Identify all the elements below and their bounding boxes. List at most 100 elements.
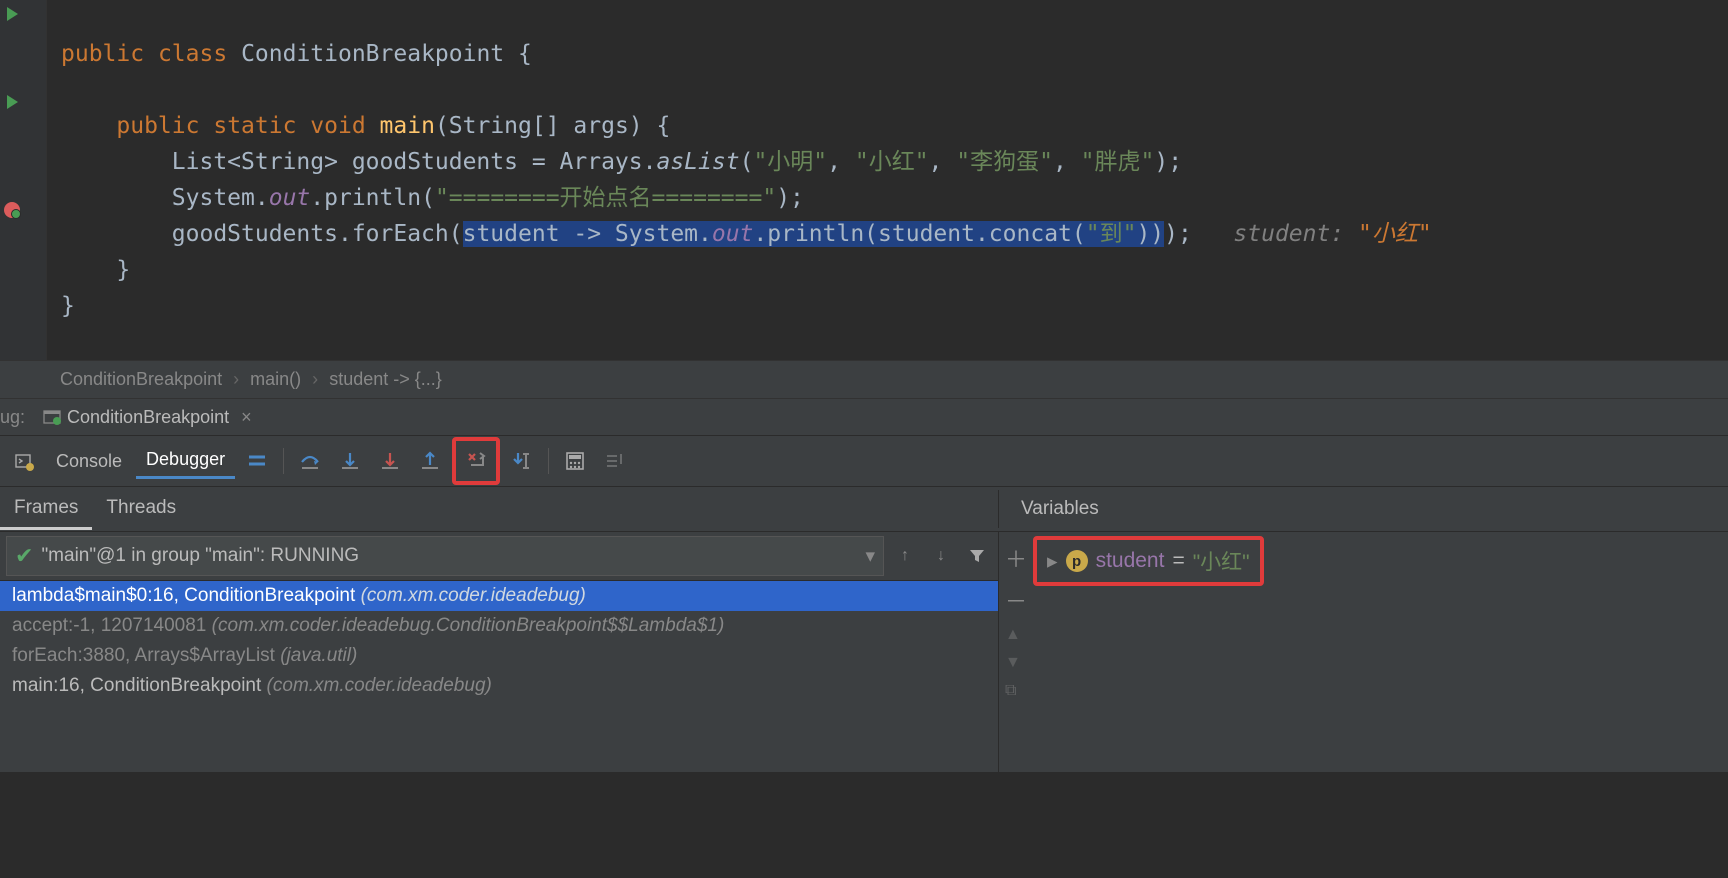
variables-toolbar: ＋ － ▲ ▼ ⧉ bbox=[1005, 536, 1033, 772]
filter-icon[interactable] bbox=[962, 541, 992, 571]
comma: , bbox=[827, 149, 855, 175]
toolwindow-label: ug: bbox=[0, 407, 35, 428]
keyword: class bbox=[158, 41, 227, 67]
string: "小明" bbox=[753, 149, 827, 175]
thread-selector[interactable]: ✔ "main"@1 in group "main": RUNNING ▾ bbox=[6, 536, 884, 576]
method-call: asList bbox=[656, 149, 739, 175]
inlay-hint-label: student: bbox=[1233, 221, 1344, 247]
close-tab-icon[interactable]: × bbox=[241, 407, 252, 428]
run-method-icon[interactable] bbox=[2, 92, 22, 112]
remove-watch-icon[interactable]: － bbox=[1005, 584, 1027, 616]
paren: ); bbox=[776, 185, 804, 211]
expand-icon[interactable]: ▸ bbox=[1047, 549, 1058, 574]
stack-frame[interactable]: accept:-1, 1207140081 (com.xm.coder.idea… bbox=[0, 611, 998, 641]
step-over-icon[interactable] bbox=[292, 443, 328, 479]
separator bbox=[548, 448, 549, 474]
debug-toolbar: Console Debugger bbox=[0, 436, 1728, 487]
output-toggle-icon[interactable] bbox=[6, 443, 42, 479]
run-to-cursor-icon[interactable] bbox=[504, 443, 540, 479]
parameter-badge-icon: p bbox=[1066, 550, 1088, 572]
paren: ); bbox=[1154, 149, 1182, 175]
debugger-tab[interactable]: Debugger bbox=[136, 443, 235, 479]
class-ref: Arrays bbox=[560, 149, 643, 175]
breadcrumb-item[interactable]: main() bbox=[250, 369, 301, 389]
stack-frame[interactable]: main:16, ConditionBreakpoint (com.xm.cod… bbox=[0, 671, 998, 701]
variable-value: "小红" bbox=[1193, 546, 1250, 576]
next-frame-icon[interactable]: ↓ bbox=[926, 541, 956, 571]
keyword: void bbox=[310, 113, 365, 139]
class-ref: System bbox=[172, 185, 255, 211]
breakpoint-icon[interactable] bbox=[2, 200, 22, 220]
comma: , bbox=[1053, 149, 1081, 175]
op: = bbox=[518, 149, 560, 175]
brace: } bbox=[116, 257, 130, 283]
highlight-variable: ▸ p student = "小红" bbox=[1033, 536, 1264, 586]
copy-icon[interactable]: ⧉ bbox=[1005, 682, 1027, 700]
dot: . bbox=[338, 221, 352, 247]
breadcrumb-item[interactable]: ConditionBreakpoint bbox=[60, 369, 222, 389]
keyword: public bbox=[116, 113, 199, 139]
field: out bbox=[269, 185, 311, 211]
move-up-icon[interactable]: ▲ bbox=[1005, 626, 1027, 644]
thread-dump-icon[interactable] bbox=[239, 443, 275, 479]
dot: . bbox=[310, 185, 324, 211]
breadcrumb[interactable]: ConditionBreakpoint › main() › student -… bbox=[0, 360, 1728, 399]
previous-frame-icon[interactable]: ↑ bbox=[890, 541, 920, 571]
field: out bbox=[712, 221, 754, 247]
run-class-icon[interactable] bbox=[2, 4, 22, 24]
console-tab[interactable]: Console bbox=[46, 445, 132, 478]
paren: ( bbox=[449, 221, 463, 247]
frame-location: lambda$main$0:16, ConditionBreakpoint bbox=[12, 585, 355, 606]
drop-frame-icon[interactable] bbox=[458, 443, 494, 479]
frame-location: accept:-1, 1207140081 bbox=[12, 615, 206, 636]
breadcrumb-item[interactable]: student -> {...} bbox=[329, 369, 442, 389]
code-editor[interactable]: public class ConditionBreakpoint { publi… bbox=[0, 0, 1728, 360]
variables-panel: ＋ － ▲ ▼ ⧉ ▸ p student = "小红" bbox=[999, 532, 1728, 772]
inlay-hint-value: "小红" bbox=[1358, 221, 1432, 247]
dot: . bbox=[255, 185, 269, 211]
string: "小红" bbox=[855, 149, 929, 175]
stack-frame[interactable]: forEach:3880, Arrays$ArrayList (java.uti… bbox=[0, 641, 998, 671]
method-call: forEach bbox=[352, 221, 449, 247]
step-into-icon[interactable] bbox=[332, 443, 368, 479]
application-icon bbox=[43, 408, 61, 426]
string: "李狗蛋" bbox=[956, 149, 1053, 175]
move-down-icon[interactable]: ▼ bbox=[1005, 654, 1027, 672]
separator bbox=[283, 448, 284, 474]
add-watch-icon[interactable]: ＋ bbox=[1005, 542, 1027, 574]
keyword: public bbox=[61, 41, 144, 67]
run-config-tab[interactable]: ConditionBreakpoint × bbox=[35, 403, 260, 432]
method-name: main bbox=[380, 113, 435, 139]
equals: = bbox=[1172, 549, 1184, 573]
trace-current-stream-icon bbox=[597, 443, 633, 479]
brace: } bbox=[61, 293, 75, 319]
thread-selector-row: ✔ "main"@1 in group "main": RUNNING ▾ ↑ … bbox=[0, 532, 998, 581]
frames-list[interactable]: lambda$main$0:16, ConditionBreakpoint (c… bbox=[0, 581, 998, 701]
debug-body: ✔ "main"@1 in group "main": RUNNING ▾ ↑ … bbox=[0, 532, 1728, 772]
evaluate-expression-icon[interactable] bbox=[557, 443, 593, 479]
code-content[interactable]: public class ConditionBreakpoint { publi… bbox=[47, 0, 1432, 360]
debug-subtabs: Frames Threads Variables bbox=[0, 487, 1728, 532]
frame-package: (com.xm.coder.ideadebug) bbox=[267, 675, 492, 696]
paren: ( bbox=[740, 149, 754, 175]
step-out-icon[interactable] bbox=[412, 443, 448, 479]
check-icon: ✔ bbox=[15, 543, 33, 569]
frame-location: forEach:3880, Arrays$ArrayList bbox=[12, 645, 275, 666]
paren: ); bbox=[1164, 221, 1192, 247]
lambda: student -> System. bbox=[463, 221, 712, 247]
run-config-name: ConditionBreakpoint bbox=[67, 407, 229, 428]
string: "到" bbox=[1086, 221, 1137, 247]
method-call: println bbox=[324, 185, 421, 211]
frame-package: (com.xm.coder.ideadebug) bbox=[361, 585, 586, 606]
threads-tab[interactable]: Threads bbox=[92, 489, 190, 530]
var: goodStudents bbox=[172, 221, 338, 247]
stack-frame[interactable]: lambda$main$0:16, ConditionBreakpoint (c… bbox=[0, 581, 998, 611]
variable-row[interactable]: ▸ p student = "小红" bbox=[1039, 542, 1258, 580]
variable-name: student bbox=[1096, 549, 1165, 573]
force-step-into-icon[interactable] bbox=[372, 443, 408, 479]
highlight-drop-frame bbox=[452, 437, 500, 485]
frames-tab[interactable]: Frames bbox=[0, 489, 92, 530]
frame-location: main:16, ConditionBreakpoint bbox=[12, 675, 261, 696]
variables-label: Variables bbox=[998, 490, 1728, 528]
type: List<String> bbox=[172, 149, 338, 175]
